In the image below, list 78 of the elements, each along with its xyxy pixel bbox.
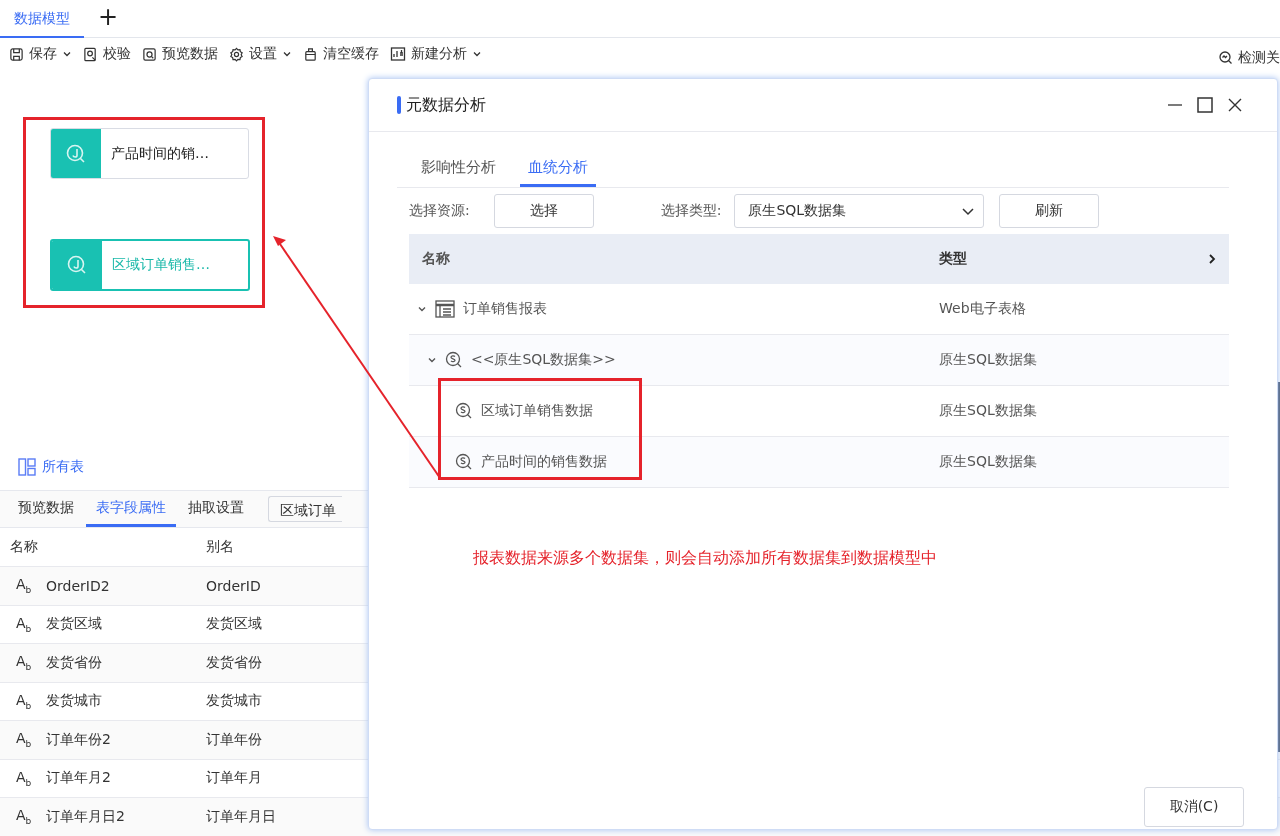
preview-icon [142,46,157,62]
document-tab[interactable]: 数据模型 [0,0,84,38]
text-type-icon: A$_{b}$ [10,576,34,596]
text-type-icon: A$_{b}$ [10,807,34,827]
title-marker [397,96,401,114]
column-header: 别名 [206,538,234,556]
search-icon [1219,51,1233,65]
table-cell: 发货省份 [206,653,262,672]
toolbar-button[interactable]: 预览数据 [139,40,226,68]
column-header: 名称 [421,250,451,268]
clear-cache-icon [303,46,318,62]
field-label: 选择资源: [409,201,470,220]
toolbar-button[interactable]: 校验 [80,40,139,68]
text-type-icon: A$_{b}$ [10,730,34,750]
all-tables-link[interactable]: 所有表 [18,458,84,476]
dialog-tab[interactable]: 血统分析 [520,158,596,187]
dataset-search-icon [66,254,88,276]
table-cell: 原生SQL数据集 [939,453,1037,471]
table-cell: Web电子表格 [939,300,1026,318]
table-cell: 订单年份 [206,730,262,749]
table-select[interactable]: 区域订单 [268,496,342,522]
table-cell: 发货城市 [46,692,102,711]
table-cell: OrderID [206,577,261,594]
toolbar-button[interactable]: 保存 [6,40,80,68]
dialog-tab[interactable]: 影响性分析 [421,158,496,187]
detect-relation-button[interactable]: 检测关 [1216,44,1280,72]
table-cell: 订单年月 [206,769,262,788]
chevron-icon[interactable] [427,355,437,365]
cancel-button[interactable]: 取消(C) [1144,787,1244,827]
column-header: 名称 [9,538,39,556]
type-dropdown[interactable]: 原生SQL数据集 [734,193,985,228]
panel-tab[interactable]: 表字段属性 [86,491,176,527]
add-tab-button[interactable]: + [84,0,133,37]
close-icon[interactable] [1227,97,1243,113]
table-cell: 订单年月2 [46,769,111,788]
table-node[interactable]: 产品时间的销… [50,128,249,179]
table-cell: 发货省份 [46,653,102,672]
text-type-icon: A$_{b}$ [10,768,34,788]
chevron-icon[interactable] [417,304,427,314]
panel-tab[interactable]: 抽取设置 [178,491,254,527]
settings-icon [229,46,244,62]
table-cell: 发货区域 [206,615,262,634]
table-cell: OrderID2 [46,577,110,594]
text-type-icon: A$_{b}$ [10,691,34,711]
dialog-title: 元数据分析 [406,94,486,116]
document-check-icon [83,46,98,62]
save-icon [9,46,24,62]
chevron-right-icon[interactable] [1207,253,1217,265]
table-cell: 发货城市 [206,692,262,711]
maximize-icon[interactable] [1197,97,1213,113]
dataset-search-icon [455,453,473,471]
table-cell: 订单年份2 [46,730,111,749]
tree-item-label[interactable]: <<原生SQL数据集>> [471,351,616,369]
table-cell: 发货区域 [46,615,102,634]
dataset-search-icon [65,142,87,165]
toolbar-button[interactable]: 清空缓存 [300,40,387,68]
annotation-text: 报表数据来源多个数据集，则会自动添加所有数据集到数据模型中 [473,548,938,569]
layout-icon [18,458,36,476]
dataset-search-icon [455,402,473,420]
refresh-button[interactable]: 刷新 [999,193,1100,228]
toolbar-button[interactable]: 设置 [226,40,300,68]
dataset-search-icon [445,351,463,369]
spreadsheet-icon [435,300,455,318]
tree-item-label[interactable]: 订单销售报表 [463,300,547,318]
table-cell: 订单年月日 [206,807,276,826]
text-type-icon: A$_{b}$ [10,653,34,673]
toolbar-button[interactable]: 新建分析 [387,40,490,68]
chart-icon [390,46,406,62]
table-cell: 订单年月日2 [46,807,125,826]
table-cell: 原生SQL数据集 [939,351,1037,369]
text-type-icon: A$_{b}$ [10,614,34,634]
table-cell: 原生SQL数据集 [939,402,1037,420]
column-header: 类型 [939,250,967,268]
tree-item-label[interactable]: 产品时间的销售数据 [481,453,607,471]
panel-tab[interactable]: 预览数据 [8,491,84,527]
select-button[interactable]: 选择 [493,193,594,228]
tree-item-label[interactable]: 区域订单销售数据 [481,402,593,420]
field-label: 选择类型: [660,201,722,220]
